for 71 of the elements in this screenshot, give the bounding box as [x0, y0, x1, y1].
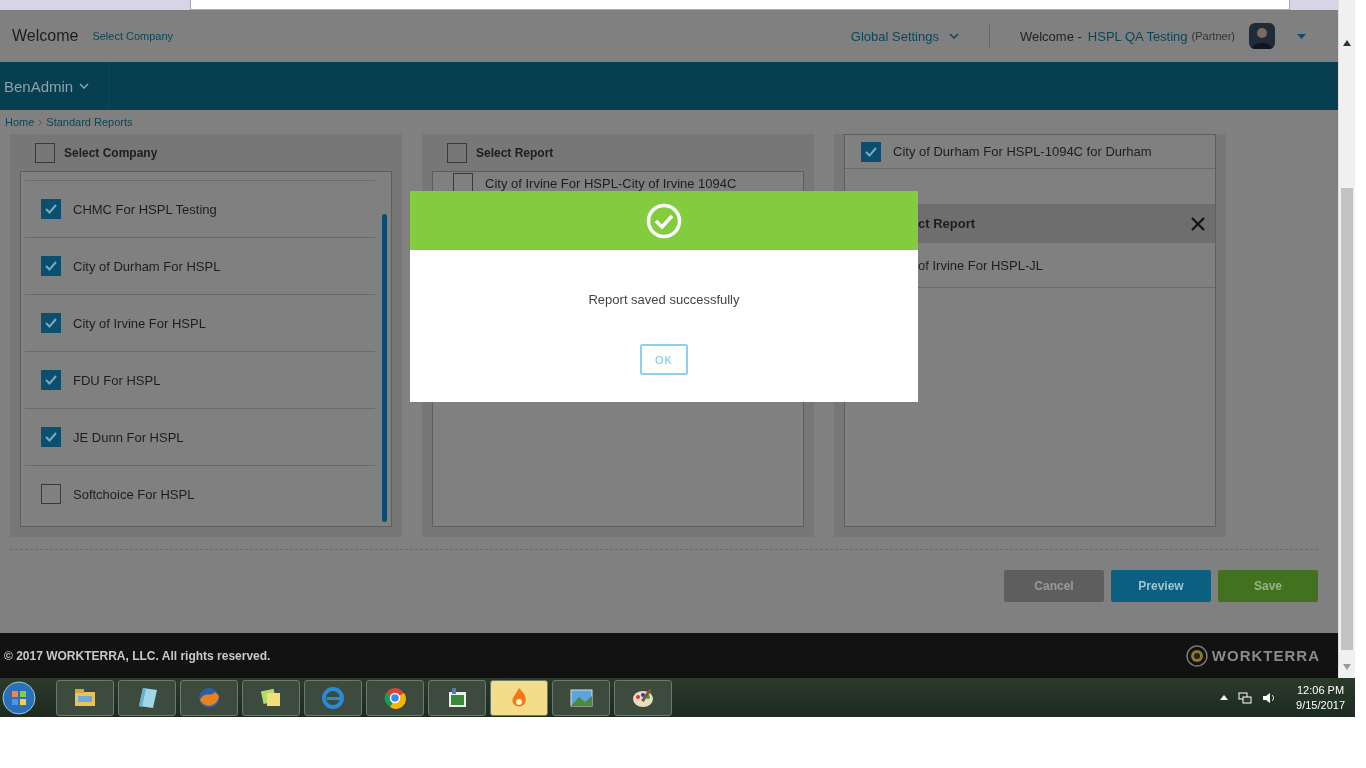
- check-circle-icon: [646, 202, 682, 239]
- taskbar-button[interactable]: [242, 679, 300, 716]
- taskbar-button[interactable]: [118, 679, 176, 716]
- ok-button[interactable]: OK: [640, 344, 688, 375]
- taskbar-button[interactable]: [490, 679, 548, 716]
- taskbar-button[interactable]: [552, 679, 610, 716]
- start-icon[interactable]: [0, 679, 38, 716]
- chevron-down-icon: [79, 83, 90, 89]
- scroll-down-icon[interactable]: [1343, 664, 1351, 670]
- scrollbar-thumb[interactable]: [382, 214, 387, 522]
- checkbox[interactable]: [41, 256, 61, 276]
- caret-up-icon[interactable]: [1220, 695, 1229, 700]
- check-icon: [45, 375, 57, 385]
- select-all-label: Select Company: [64, 145, 158, 160]
- company-name: JE Dunn For HSPL: [73, 429, 184, 445]
- check-icon: [45, 432, 57, 442]
- breadcrumb-link[interactable]: Home: [5, 116, 35, 128]
- logo-icon: [1185, 644, 1208, 667]
- global-settings-link[interactable]: Global Settings: [850, 28, 939, 44]
- close-icon[interactable]: [1191, 216, 1205, 231]
- cancel-button[interactable]: Cancel: [1004, 570, 1104, 602]
- check-icon: [45, 261, 57, 271]
- logo-text: WORKTERRA: [1211, 647, 1320, 664]
- chevron-down-icon: [948, 33, 959, 39]
- company-name: CHMC For HSPL Testing: [73, 201, 217, 217]
- speaker-icon[interactable]: [1262, 690, 1277, 705]
- taskbar-button[interactable]: [614, 679, 672, 716]
- scroll-up-icon[interactable]: [1343, 40, 1351, 46]
- report-name: City of Durham For HSPL-1094C for Durham: [893, 144, 1152, 159]
- checkbox[interactable]: [861, 141, 881, 162]
- checkbox[interactable]: [41, 313, 61, 333]
- report-name: of Irvine For HSPL-JL: [918, 257, 1043, 273]
- checkbox[interactable]: [41, 370, 61, 390]
- company-name: Softchoice For HSPL: [73, 486, 195, 502]
- checkbox[interactable]: [41, 427, 61, 447]
- welcome-label: Welcome -: [1019, 28, 1082, 44]
- clock-time: 12:06 PM: [1297, 682, 1345, 698]
- check-icon: [45, 318, 57, 328]
- clock-date: 9/15/2017: [1296, 697, 1345, 713]
- check-icon: [865, 146, 877, 157]
- checkbox[interactable]: [35, 142, 55, 163]
- dialog-message: Report saved successfully: [587, 292, 741, 307]
- save-button[interactable]: Save: [1218, 570, 1318, 602]
- user-role: (Partner): [1191, 30, 1235, 42]
- report-name: City of Irvine For HSPL-City of Irvine 1094C: [485, 175, 737, 191]
- taskbar-button[interactable]: [366, 679, 424, 716]
- benadmin-menu[interactable]: BenAdmin: [0, 62, 109, 110]
- avatar-icon[interactable]: [1249, 23, 1275, 49]
- checkbox[interactable]: [41, 484, 61, 504]
- network-icon[interactable]: [1238, 690, 1253, 705]
- checkbox[interactable]: [447, 142, 467, 163]
- taskbar-button[interactable]: [428, 679, 486, 716]
- clock[interactable]: 12:06 PM 9/15/2017: [1296, 682, 1345, 713]
- select-company-link[interactable]: Select Company: [92, 30, 174, 42]
- check-icon: [45, 204, 57, 214]
- copyright-text: © 2017 WORKTERRA, LLC. All rights reserved.: [4, 648, 272, 663]
- preview-button[interactable]: Preview: [1111, 570, 1211, 602]
- select-all-label: Select Report: [476, 145, 554, 160]
- company-name: FDU For HSPL: [73, 372, 161, 388]
- section-title: ct Report: [918, 216, 977, 231]
- breadcrumb-link[interactable]: Standard Reports: [46, 116, 133, 128]
- user-name-link[interactable]: HSPL QA Testing: [1087, 28, 1188, 44]
- company-name: City of Irvine For HSPL: [73, 315, 206, 331]
- company-name: City of Durham For HSPL: [73, 258, 221, 274]
- taskbar-button[interactable]: [180, 679, 238, 716]
- chevron-right-icon: [38, 118, 43, 126]
- checkbox[interactable]: [41, 199, 61, 219]
- taskbar-button[interactable]: [56, 679, 114, 716]
- welcome-title: Welcome: [12, 27, 79, 45]
- page-scrollbar[interactable]: [1338, 0, 1355, 678]
- caret-icon[interactable]: [1297, 33, 1306, 39]
